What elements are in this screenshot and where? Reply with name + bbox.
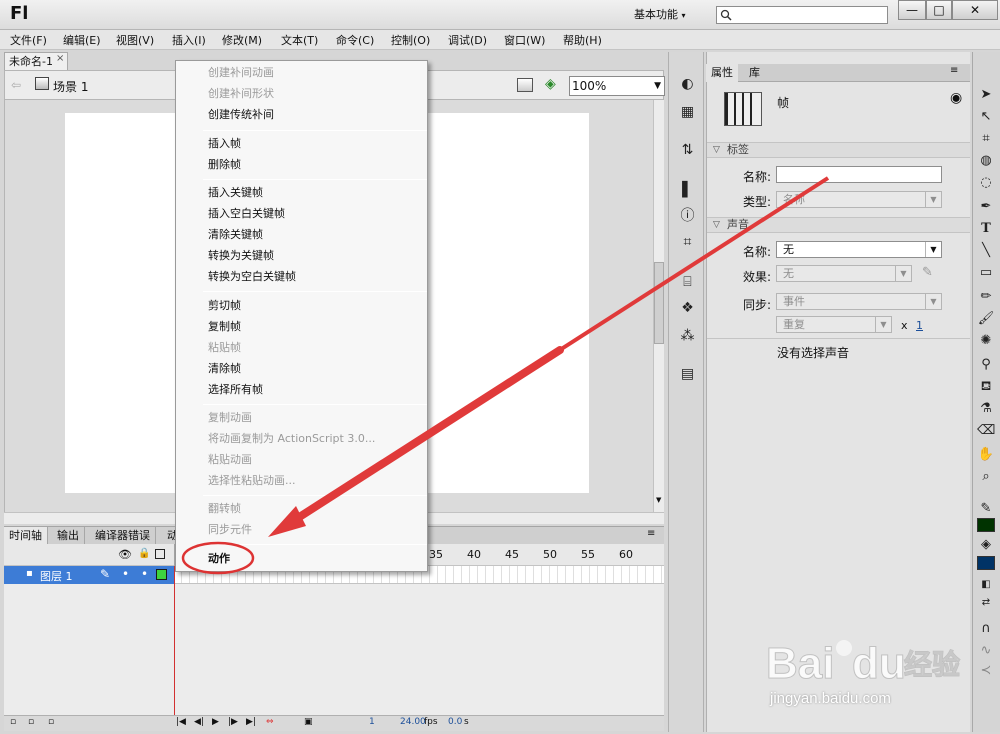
- annotation-arrow-shaft: [286, 346, 564, 527]
- paw-icon: [836, 640, 852, 656]
- baidu-watermark: Bai du 经验 jingyan.baidu.com: [748, 628, 978, 728]
- watermark-brand2: du: [852, 639, 906, 688]
- annotation-overlay: [181, 176, 830, 575]
- baidu-logo: Bai du 经验: [766, 639, 961, 689]
- highlight-circle: [181, 541, 255, 575]
- watermark-cn: 经验: [904, 648, 960, 681]
- watermark-url: jingyan.baidu.com: [770, 690, 891, 707]
- watermark-brand: Bai: [766, 639, 834, 688]
- annotation-arrowhead: [268, 506, 306, 537]
